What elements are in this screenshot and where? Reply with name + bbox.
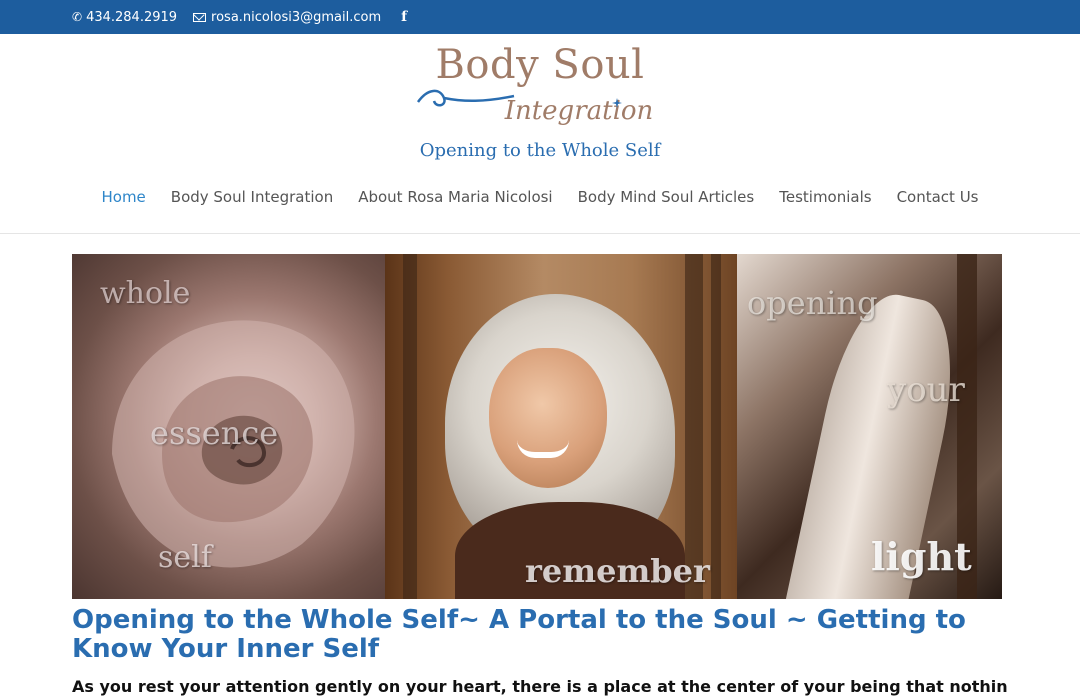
star-icon [612,98,622,108]
tree-trunk [403,254,417,599]
nav-about-rosa[interactable]: About Rosa Maria Nicolosi [358,188,552,214]
nav-body-soul-integration[interactable]: Body Soul Integration [171,188,333,214]
banner-word-whole: whole [100,276,191,311]
logo-script: Integration [504,96,654,126]
facebook-icon[interactable]: f [401,9,407,25]
nav-contact-us[interactable]: Contact Us [897,188,979,214]
banner-word-self: self [158,540,212,575]
banner-word-light: light [871,534,972,579]
banner-word-your: your [887,370,965,410]
rose-panel: whole essence self [72,254,385,599]
hero-banner: whole essence self remember opening your… [72,254,1002,599]
banner-word-remember: remember [525,552,710,590]
intro-paragraph: As you rest your attention gently on you… [72,677,1008,696]
email-contact[interactable]: rosa.nicolosi3@gmail.com [193,10,381,25]
phone-icon: ✆ [72,10,83,24]
nav-articles[interactable]: Body Mind Soul Articles [578,188,755,214]
tree-trunk [685,254,703,599]
top-contact-bar: ✆ 434.284.2919 rosa.nicolosi3@gmail.com … [0,0,1080,34]
logo-tagline: Opening to the Whole Self [419,140,661,161]
page-headline: Opening to the Whole Self~ A Portal to t… [72,605,966,664]
main-navigation: Home Body Soul Integration About Rosa Ma… [0,188,1080,214]
phone-contact[interactable]: ✆ 434.284.2919 [72,10,177,25]
banner-word-opening: opening [747,284,878,322]
portrait-face [489,348,607,488]
email-address[interactable]: rosa.nicolosi3@gmail.com [211,10,381,25]
mail-icon [193,12,207,22]
forest-panel: opening your light [737,254,1002,599]
site-logo[interactable]: Body Soul Integration Opening to the Who… [412,40,668,170]
portrait-panel: remember [385,254,737,599]
banner-word-essence: essence [150,414,279,452]
tree-trunk [711,254,721,599]
nav-testimonials[interactable]: Testimonials [779,188,871,214]
logo-title: Body Soul [435,42,645,88]
phone-number[interactable]: 434.284.2919 [86,10,177,25]
header-divider [0,233,1080,234]
nav-home[interactable]: Home [101,188,145,214]
facebook-link[interactable]: f [397,9,407,25]
